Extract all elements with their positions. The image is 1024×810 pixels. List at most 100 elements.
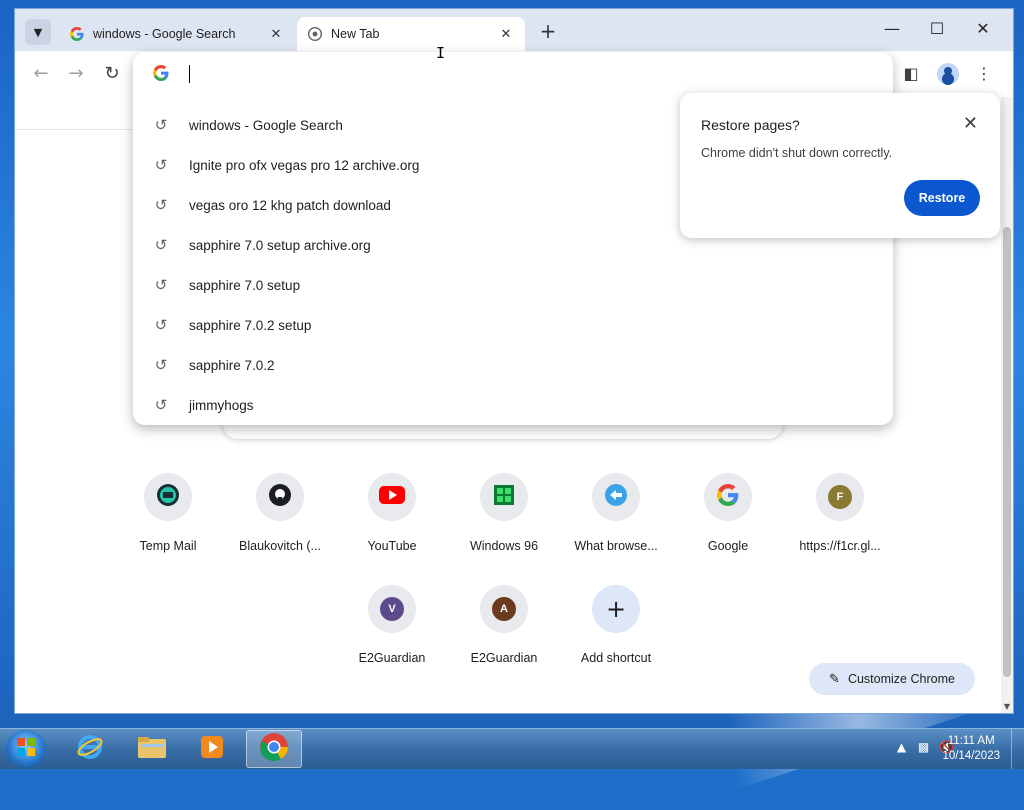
side-panel-button[interactable]: ◧	[898, 61, 924, 87]
shortcut-tile[interactable]: Temp Mail	[112, 473, 224, 573]
google-g-icon	[153, 65, 169, 85]
shortcut-icon-circle	[592, 473, 640, 521]
arrow-left-icon: ←	[33, 63, 49, 84]
tab-new-tab[interactable]: New Tab ✕	[297, 17, 525, 51]
shortcut-label: YouTube	[367, 539, 417, 553]
more-vert-icon: ⋮	[976, 64, 992, 83]
add-shortcut-tile[interactable]: + Add shortcut	[560, 585, 672, 685]
shortcut-label: Blaukovitch (...	[239, 539, 321, 553]
windows96-icon	[492, 483, 516, 511]
shortcut-tile[interactable]: Windows 96	[448, 473, 560, 573]
restore-button[interactable]: Restore	[904, 180, 980, 216]
minimize-button[interactable]: —	[870, 19, 914, 41]
tab-title: windows - Google Search	[93, 27, 236, 41]
internet-explorer-icon	[76, 733, 104, 765]
shortcut-icon-circle	[368, 473, 416, 521]
shortcut-tile[interactable]: Google	[672, 473, 784, 573]
letter-avatar: V	[380, 597, 404, 621]
new-tab-button[interactable]: +	[537, 21, 559, 43]
history-icon: ↺	[154, 116, 168, 134]
suggestion-item[interactable]: ↺ sapphire 7.0.2	[133, 345, 893, 385]
close-window-button[interactable]: ✕	[961, 19, 1005, 41]
shortcut-icon-circle	[480, 473, 528, 521]
temp-mail-icon	[156, 483, 180, 511]
text-cursor-pointer-icon: I	[436, 44, 446, 62]
suggestion-text: sapphire 7.0 setup archive.org	[189, 237, 371, 253]
back-button[interactable]: ←	[28, 61, 54, 87]
suggestion-item[interactable]: ↺ jimmyhogs	[133, 385, 893, 425]
close-icon[interactable]: ✕	[267, 26, 285, 42]
side-panel-icon: ◧	[903, 64, 919, 83]
address-bar[interactable]	[133, 52, 893, 96]
shortcut-label: Add shortcut	[580, 651, 652, 665]
restore-title: Restore pages?	[701, 117, 800, 133]
history-icon: ↺	[154, 396, 168, 414]
taskbar-ie[interactable]	[62, 730, 118, 768]
suggestion-item[interactable]: ↺ sapphire 7.0.2 setup	[133, 305, 893, 345]
history-icon: ↺	[154, 356, 168, 374]
scrollbar-thumb[interactable]	[1003, 227, 1011, 677]
google-g-icon	[717, 484, 739, 510]
close-icon[interactable]: ✕	[963, 113, 978, 134]
maximize-button[interactable]: ☐	[915, 19, 959, 41]
shortcut-icon-circle: A	[480, 585, 528, 633]
close-icon[interactable]: ✕	[497, 26, 515, 42]
media-player-icon	[199, 734, 225, 764]
profile-button[interactable]	[935, 61, 961, 87]
taskbar-chrome[interactable]	[246, 730, 302, 768]
google-g-icon	[69, 26, 85, 42]
clock[interactable]: 11:11 AM 10/14/2023	[942, 734, 1000, 764]
show-desktop-button[interactable]	[1011, 729, 1024, 769]
suggestion-text: sapphire 7.0 setup	[189, 277, 301, 293]
reload-icon: ↻	[104, 63, 120, 84]
shortcut-icon-circle	[144, 473, 192, 521]
tab-windows-search[interactable]: windows - Google Search ✕	[59, 17, 295, 51]
customize-label: Customize Chrome	[847, 672, 955, 686]
suggestion-text: windows - Google Search	[189, 117, 343, 133]
scroll-down-icon[interactable]: ▼	[1001, 702, 1013, 711]
pencil-icon: ✎	[829, 671, 840, 686]
history-icon: ↺	[154, 196, 168, 214]
shortcut-label: Google	[707, 539, 749, 553]
shortcut-label: E2Guardian	[358, 651, 426, 665]
taskbar-media-player[interactable]	[184, 730, 240, 768]
suggestion-text: sapphire 7.0.2	[189, 357, 275, 373]
forward-button[interactable]: →	[63, 61, 89, 87]
tab-search-button[interactable]: ▼	[25, 19, 51, 45]
menu-button[interactable]: ⋮	[971, 61, 997, 87]
network-icon[interactable]: ▩	[918, 740, 929, 754]
shortcut-label: What browse...	[574, 539, 658, 553]
avatar	[937, 63, 959, 85]
show-hidden-icons-icon[interactable]: ▲	[897, 740, 906, 754]
customize-chrome-button[interactable]: ✎ Customize Chrome	[809, 663, 975, 695]
history-icon: ↺	[154, 236, 168, 254]
shortcut-label: Temp Mail	[139, 539, 197, 553]
shortcut-tile[interactable]: F https://f1cr.gl...	[784, 473, 896, 573]
shortcut-tile[interactable]: What browse...	[560, 473, 672, 573]
restore-pages-bubble: Restore pages? Chrome didn't shut down c…	[680, 93, 1000, 238]
browser-icon	[604, 483, 628, 511]
letter-avatar: A	[492, 597, 516, 621]
shortcut-icon-circle	[256, 473, 304, 521]
github-icon	[268, 483, 292, 511]
suggestion-text: Ignite pro ofx vegas pro 12 archive.org	[189, 157, 420, 173]
reload-button[interactable]: ↻	[99, 61, 125, 87]
shortcut-tile[interactable]: Blaukovitch (...	[224, 473, 336, 573]
suggestion-text: jimmyhogs	[189, 397, 254, 413]
taskbar-explorer[interactable]	[124, 730, 180, 768]
shortcut-tile[interactable]: YouTube	[336, 473, 448, 573]
suggestion-item[interactable]: ↺ sapphire 7.0 setup	[133, 265, 893, 305]
start-button[interactable]	[6, 730, 46, 768]
shortcut-icon-circle: V	[368, 585, 416, 633]
chrome-window: ▼ windows - Google Search ✕ New Tab ✕ + …	[14, 8, 1014, 714]
scrollbar[interactable]: ▼	[1001, 97, 1013, 713]
suggestion-text: vegas oro 12 khg patch download	[189, 197, 391, 213]
folder-icon	[137, 735, 167, 763]
shortcut-label: https://f1cr.gl...	[799, 539, 881, 553]
windows-logo-icon	[16, 737, 36, 761]
plus-icon: +	[605, 595, 627, 623]
shortcut-label: E2Guardian	[470, 651, 538, 665]
shortcut-tile[interactable]: A E2Guardian	[448, 585, 560, 685]
shortcut-tile[interactable]: V E2Guardian	[336, 585, 448, 685]
tab-title: New Tab	[331, 27, 380, 41]
